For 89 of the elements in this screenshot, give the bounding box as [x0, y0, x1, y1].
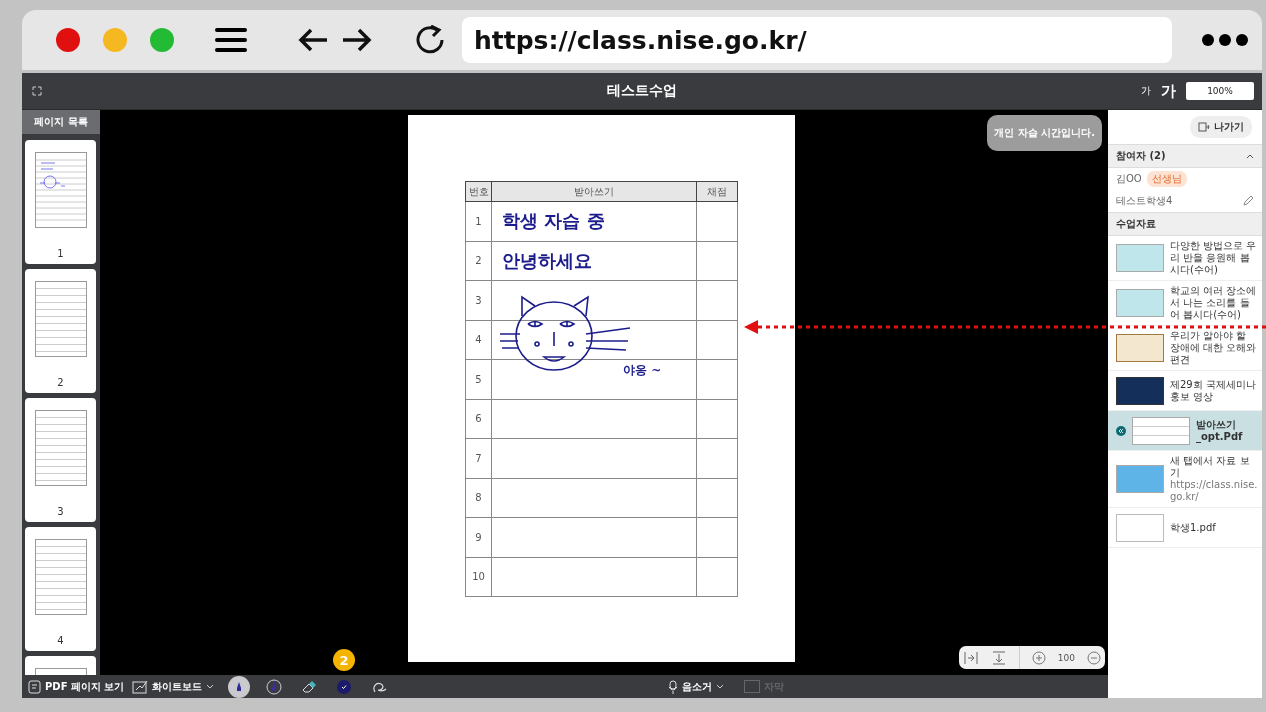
material-title: 제29회 국제세미나 홍보 영상 [1170, 378, 1257, 403]
font-increase-button[interactable]: 가 [1161, 81, 1176, 101]
handwritten-text: 학생 자습 중 [491, 201, 697, 241]
caret-icon [206, 684, 215, 689]
material-link[interactable]: https://class.nise.go.kr/ [1170, 479, 1258, 503]
url-field[interactable]: https://class.nise.go.kr/ [462, 17, 1172, 63]
video-thumbnail [1116, 376, 1164, 405]
zoom-value: 100 [1057, 652, 1075, 663]
row-number: 9 [465, 517, 492, 557]
class-title: 테스트수업 [605, 82, 678, 100]
whiteboard-button[interactable]: 화이트보드 [128, 679, 219, 694]
reload-icon[interactable] [415, 25, 445, 55]
whiteboard-icon [132, 679, 149, 694]
row-number: 3 [465, 280, 492, 320]
column-header: 채점 [696, 181, 738, 202]
row-number: 8 [465, 478, 492, 518]
poster-thumbnail [1116, 334, 1164, 362]
font-decrease-button[interactable]: 가 [1141, 84, 1151, 98]
material-title: 학생1.pdf [1170, 521, 1216, 534]
fullscreen-icon[interactable] [32, 86, 42, 96]
material-item[interactable]: 제29회 국제세미나 홍보 영상 [1108, 371, 1262, 411]
material-item[interactable]: 학생1.pdf [1108, 508, 1262, 548]
section-title: 참여자 (2) [1116, 149, 1166, 163]
back-icon[interactable] [297, 27, 329, 53]
page-number: 1 [57, 248, 64, 259]
forward-icon[interactable] [341, 27, 373, 53]
marker-icon [266, 678, 283, 695]
exit-button[interactable]: 나가기 [1190, 116, 1252, 138]
material-title: 새 탭에서 자료 보기 [1170, 455, 1251, 479]
panel-header: 페이지 목록 [22, 110, 100, 134]
pdf-view-button[interactable]: PDF 페이지 보기 [24, 679, 129, 694]
menu-icon[interactable] [215, 26, 247, 54]
material-title: 학교의 여러 장소에서 나는 소리를 들어 봅시다(수어) [1170, 285, 1258, 321]
link-thumbnail [1116, 465, 1164, 493]
section-header[interactable]: 참여자 (2) [1108, 144, 1262, 168]
caret-icon [716, 684, 724, 689]
pen-tool-button[interactable] [228, 675, 251, 698]
section-header: 수업자료 [1108, 212, 1262, 236]
pen-icon [231, 678, 248, 695]
page-number: 3 [57, 506, 64, 517]
handwritten-text: 야옹 ~ [623, 362, 662, 379]
column-header: 번호 [465, 181, 492, 202]
row-number: 10 [465, 557, 492, 597]
pencil-icon[interactable] [1242, 195, 1254, 207]
video-thumbnail [1116, 244, 1164, 272]
material-item[interactable]: 우리가 알아야 할 장애에 대한 오해와 편견 [1108, 326, 1262, 371]
handwritten-text: 안녕하세요 [491, 241, 697, 281]
document-thumbnail [1116, 513, 1164, 542]
video-thumbnail [1116, 289, 1164, 317]
status-notice: 개인 자습 시간입니다. [987, 115, 1102, 151]
mute-button[interactable]: 음소거 [664, 679, 728, 694]
microphone-icon [668, 679, 678, 694]
material-title: 우리가 알아야 할 장애에 대한 오해와 편견 [1170, 330, 1258, 366]
participant-name: 김OO [1116, 172, 1142, 186]
zoom-out-icon[interactable] [1087, 650, 1101, 665]
eraser-icon [301, 678, 318, 695]
page-thumbnail[interactable]: 1 [25, 140, 96, 264]
participant-name: 테스트학생4 [1116, 194, 1173, 208]
material-item[interactable]: 학교의 여러 장소에서 나는 소리를 들어 봅시다(수어) [1108, 281, 1262, 326]
column-header: 받아쓰기 [491, 181, 697, 202]
page-thumbnail[interactable]: 4 [25, 527, 96, 651]
row-number: 5 [465, 359, 492, 399]
row-number: 4 [465, 320, 492, 360]
zoom-field[interactable]: 100% [1186, 82, 1254, 100]
page-number: 4 [57, 635, 64, 646]
row-number: 2 [465, 241, 492, 281]
more-icon[interactable] [1202, 34, 1248, 46]
material-item[interactable]: 받아쓰기_opt.Pdf [1108, 411, 1262, 451]
captions-icon [744, 680, 760, 693]
page-thumbnail[interactable]: 2 [25, 269, 96, 393]
exit-icon [1198, 122, 1210, 132]
close-dot[interactable] [56, 28, 80, 52]
role-badge: 선생님 [1146, 171, 1187, 187]
row-number: 7 [465, 438, 492, 478]
material-item[interactable]: 새 탭에서 자료 보기 https://class.nise.go.kr/ [1108, 451, 1262, 508]
document-thumbnail [1132, 416, 1190, 445]
material-title: 받아쓰기_opt.Pdf [1196, 418, 1244, 443]
page-thumbnail[interactable]: 3 [25, 398, 96, 522]
zoom-in-icon[interactable] [1031, 650, 1046, 665]
page-number: 2 [57, 377, 64, 388]
maximize-dot[interactable] [150, 28, 174, 52]
row-number: 6 [465, 399, 492, 439]
collapse-caret-icon[interactable] [1246, 153, 1254, 159]
material-item[interactable]: 다양한 방법으로 우리 반을 응원해 봅시다(수어) [1108, 236, 1262, 281]
row-number: 1 [465, 201, 492, 241]
minimize-dot[interactable] [103, 28, 127, 52]
back-arrows-icon[interactable] [1116, 425, 1126, 436]
document-icon [28, 679, 41, 694]
material-title: 다양한 방법으로 우리 반을 응원해 봅시다(수어) [1170, 240, 1258, 276]
